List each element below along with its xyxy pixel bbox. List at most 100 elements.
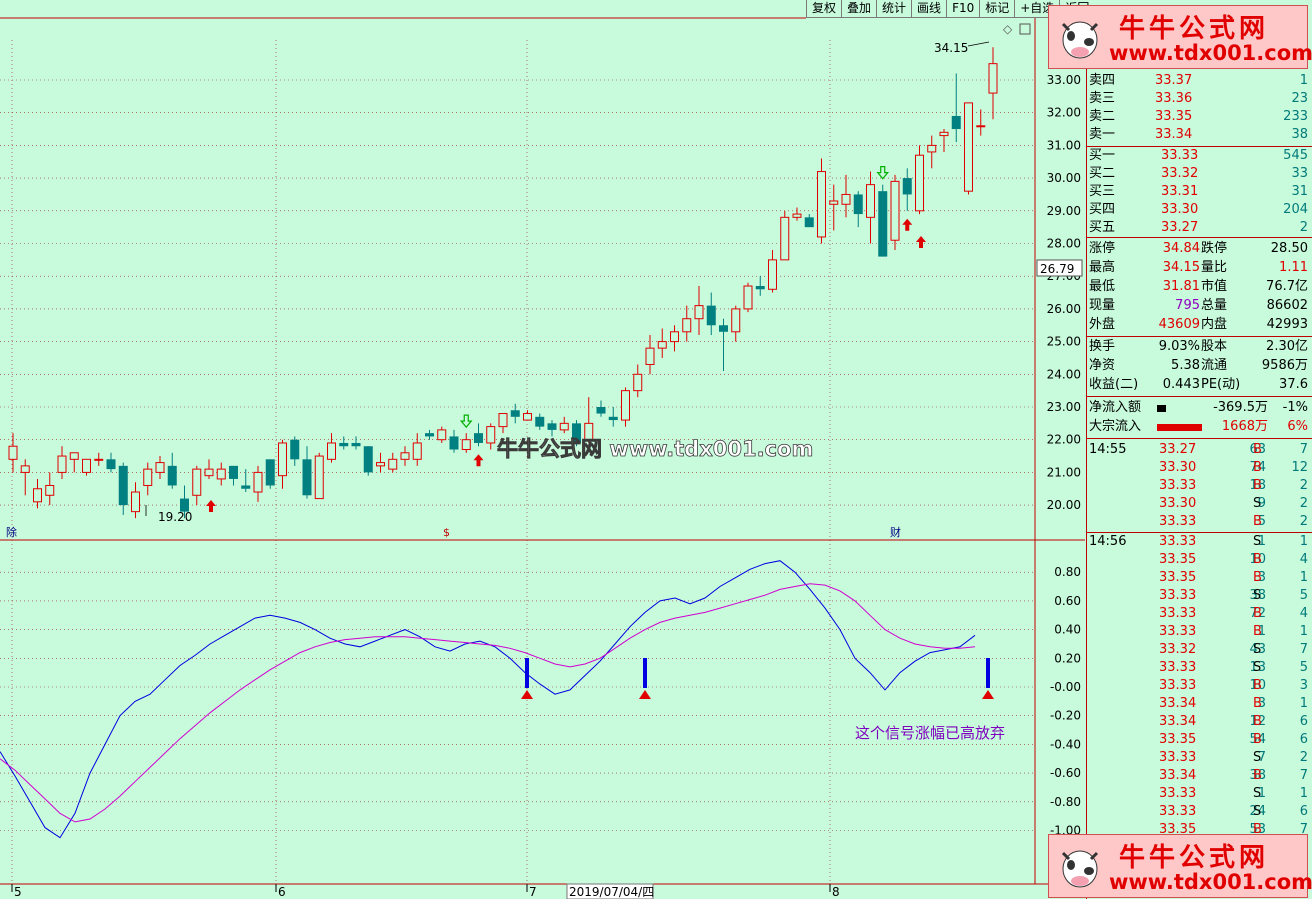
candle-body <box>69 452 79 460</box>
bid-label: 买四 <box>1089 202 1116 217</box>
tick-row: 33.30 74 B 12 <box>1087 459 1312 477</box>
candle-body <box>461 439 471 451</box>
stat-row: 收益(二) 0.443 PE(动) 37.6 <box>1087 376 1312 394</box>
ask-label: 卖一 <box>1089 127 1116 142</box>
event-marker: 除 <box>6 525 17 539</box>
candle-body <box>853 194 863 215</box>
diamond-icon[interactable]: ◇ <box>1003 22 1013 36</box>
candle-body <box>682 318 692 333</box>
tick-price: 33.32 <box>1159 642 1197 657</box>
tick-side: S <box>1253 496 1262 511</box>
stat-value: 795 <box>1175 298 1200 313</box>
bid-label: 买三 <box>1089 184 1116 199</box>
candle-body <box>657 341 667 349</box>
tick-price: 33.34 <box>1159 768 1197 783</box>
tick-price: 33.34 <box>1159 714 1197 729</box>
ask-row: 卖三 33.36 23 <box>1087 90 1312 108</box>
price-tick-label: 29.00 <box>1047 204 1081 218</box>
candle-body <box>363 446 373 473</box>
candle-body <box>498 413 508 428</box>
tick-price: 33.33 <box>1159 678 1197 693</box>
candle-body <box>768 259 777 290</box>
stat-label: 内盘 <box>1201 317 1228 332</box>
toolbar-stats-button[interactable]: 统计 <box>876 0 912 18</box>
high-price-label: 34.15 <box>934 41 968 55</box>
chart-area[interactable]: 33.0032.0031.0030.0029.0028.0027.0026.00… <box>0 0 1085 899</box>
price-tick-label: 33.00 <box>1047 73 1081 87</box>
ask-price: 33.36 <box>1155 91 1193 106</box>
stat-value: 28.50 <box>1270 241 1308 256</box>
price-tick-label: 25.00 <box>1047 335 1081 349</box>
watermark-top: 牛牛公式网 www.tdx001.com <box>1048 5 1312 69</box>
toolbar-draw-button[interactable]: 画线 <box>911 0 947 18</box>
tick-price: 33.33 <box>1159 534 1197 549</box>
tick-price: 33.33 <box>1159 514 1197 529</box>
bid-label: 买二 <box>1089 166 1116 181</box>
stat-label: 总量 <box>1201 298 1228 313</box>
candle-body <box>670 331 679 343</box>
stat-label: 现量 <box>1089 298 1116 313</box>
tick-row: 33.34 12 B 6 <box>1087 713 1312 731</box>
stat-value: 86602 <box>1266 298 1308 313</box>
candle-body <box>376 462 385 467</box>
tick-count: 2 <box>1299 750 1308 765</box>
candle-body <box>278 442 287 477</box>
candle-body <box>890 180 900 241</box>
candle-body <box>792 213 802 218</box>
candle-body <box>841 193 851 205</box>
candle-body <box>780 216 790 261</box>
ask-label: 卖二 <box>1089 109 1116 124</box>
candle-body <box>902 178 912 195</box>
stat-label: 收益(二) <box>1089 377 1139 392</box>
tick-row: 33.32 43 S 7 <box>1087 641 1312 659</box>
stat-value: 9586万 <box>1261 358 1308 373</box>
candle-body <box>229 465 238 479</box>
stat-label: 最高 <box>1089 260 1116 275</box>
stat-row: 外盘 43609 内盘 42993 <box>1087 316 1312 334</box>
candle-body <box>817 171 826 238</box>
stat-label: 量比 <box>1201 260 1228 275</box>
stat-label: 市值 <box>1201 279 1228 294</box>
candle-body <box>425 433 434 437</box>
tick-price: 33.33 <box>1159 588 1197 603</box>
tick-count: 1 <box>1299 624 1308 639</box>
oscillator-annotation: 这个信号涨幅已高放弃 <box>855 724 1005 742</box>
flow-value: 1668万 <box>1221 419 1268 434</box>
bid-volume: 204 <box>1283 202 1308 217</box>
tick-side: S <box>1253 804 1262 819</box>
event-marker: 财 <box>890 525 901 539</box>
oscillator-tick-label: 0.20 <box>1054 651 1081 665</box>
candle-body <box>437 429 447 441</box>
ask-row: 卖一 33.34 38 <box>1087 126 1312 144</box>
tick-row: 33.34 38 B 7 <box>1087 767 1312 785</box>
stat-label: 净资 <box>1089 358 1116 373</box>
tick-row: 33.33 1 S 1 <box>1087 785 1312 803</box>
ask-volume: 23 <box>1291 91 1308 106</box>
oscillator-tick-label: -0.00 <box>1050 680 1081 694</box>
tick-count: 1 <box>1299 696 1308 711</box>
candle-body <box>216 468 226 480</box>
stat-value: 37.6 <box>1279 377 1308 392</box>
tick-price: 33.27 <box>1159 442 1197 457</box>
toolbar-overlay-button[interactable]: 叠加 <box>841 0 877 18</box>
separator <box>1087 336 1312 337</box>
tick-price: 33.34 <box>1159 696 1197 711</box>
toolbar-fuquan-button[interactable]: 复权 <box>806 0 842 18</box>
candle-body <box>829 200 839 205</box>
toolbar-mark-button[interactable]: 标记 <box>979 0 1015 18</box>
tick-price: 33.33 <box>1159 804 1197 819</box>
watermark-bottom: 牛牛公式网 www.tdx001.com <box>1048 834 1312 898</box>
stat-value: 31.81 <box>1162 279 1200 294</box>
tick-side: B <box>1253 442 1262 457</box>
tick-side: B <box>1253 552 1262 567</box>
tick-side: S <box>1253 750 1262 765</box>
tick-side: B <box>1253 768 1262 783</box>
flow-bar <box>1157 424 1202 431</box>
toolbar-f10-button[interactable]: F10 <box>946 0 980 18</box>
tick-row: 33.33 72 B 4 <box>1087 605 1312 623</box>
tick-side: B <box>1253 696 1262 711</box>
tick-row: 33.33 5 B 2 <box>1087 513 1312 531</box>
candle-body <box>253 471 263 493</box>
candle-body <box>143 468 153 486</box>
flow-label: 净流入额 <box>1089 400 1142 415</box>
